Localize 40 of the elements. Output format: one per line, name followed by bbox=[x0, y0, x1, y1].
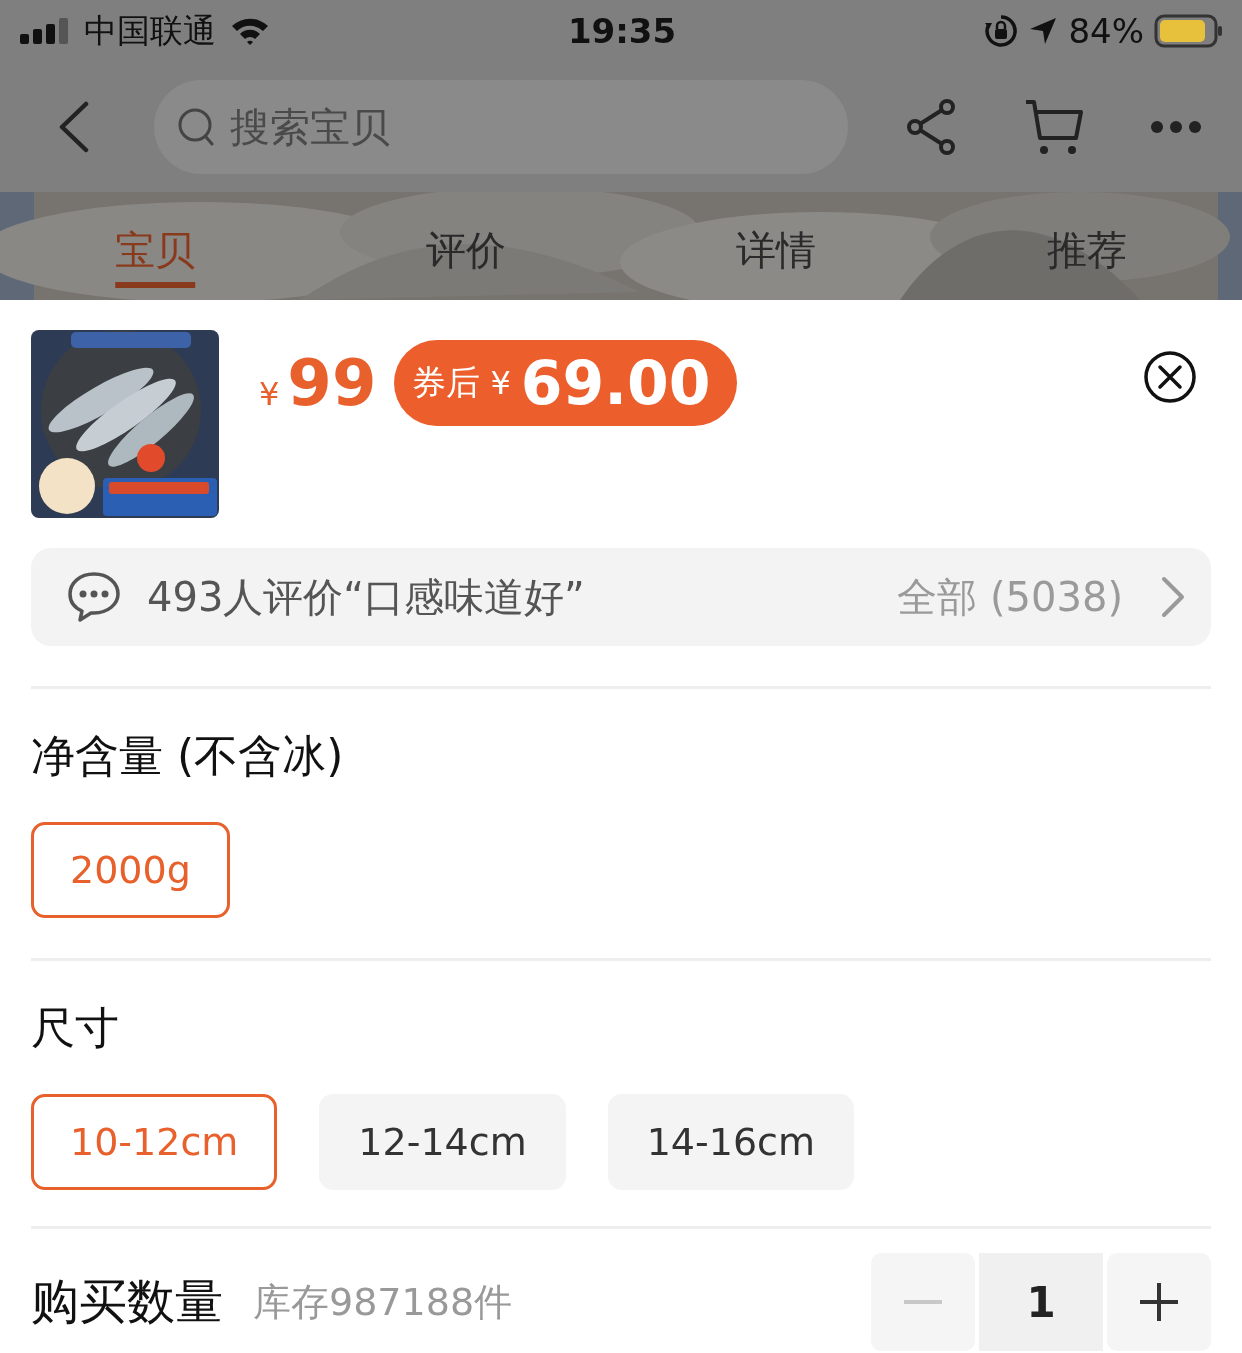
review-summary: 493人评价“口感味道好” bbox=[147, 572, 585, 622]
spec-title: 净含量 (不含冰) bbox=[31, 729, 345, 783]
clock-time: 19:35 bbox=[567, 11, 677, 51]
plus-icon bbox=[1140, 1283, 1178, 1321]
search-field[interactable]: 搜索宝贝 bbox=[154, 80, 848, 174]
coupon-label: 券后 bbox=[412, 361, 481, 404]
currency-symbol: ¥ bbox=[259, 375, 280, 413]
option-chip[interactable]: 10-12cm bbox=[31, 1094, 278, 1190]
tab[interactable]: 详情 bbox=[621, 204, 932, 288]
quantity-value[interactable]: 1 bbox=[979, 1253, 1103, 1351]
battery-percent: 84% bbox=[1068, 11, 1144, 51]
original-price: 99 bbox=[287, 346, 377, 420]
battery-icon bbox=[1154, 14, 1224, 48]
tab[interactable]: 推荐 bbox=[931, 204, 1242, 288]
rotation-lock-icon bbox=[984, 14, 1019, 48]
wifi-icon bbox=[230, 16, 270, 46]
quantity-label: 购买数量 bbox=[31, 1272, 223, 1331]
carrier-name: 中国联通 bbox=[84, 9, 216, 52]
back-icon[interactable] bbox=[58, 101, 90, 153]
option-chip[interactable]: 14-16cm bbox=[607, 1094, 854, 1190]
spec-title: 尺寸 bbox=[31, 1001, 120, 1055]
all-reviews-count: 全部 (5038) bbox=[897, 572, 1123, 622]
close-icon[interactable] bbox=[1143, 350, 1197, 404]
option-chip[interactable]: 2000g bbox=[31, 822, 230, 918]
location-arrow-icon bbox=[1028, 16, 1059, 46]
review-summary-bar[interactable]: 493人评价“口感味道好” 全部 (5038) bbox=[31, 548, 1211, 646]
chat-bubble-icon bbox=[67, 571, 121, 623]
currency-symbol: ¥ bbox=[490, 364, 511, 402]
increase-button[interactable] bbox=[1107, 1253, 1211, 1351]
search-icon bbox=[178, 107, 216, 147]
option-chip[interactable]: 12-14cm bbox=[319, 1094, 566, 1190]
coupon-price: 69.00 bbox=[520, 348, 711, 418]
cart-icon[interactable] bbox=[1024, 98, 1084, 156]
more-icon[interactable] bbox=[1150, 120, 1202, 134]
tab[interactable]: 评价 bbox=[310, 204, 621, 288]
stock-count: 库存987188件 bbox=[253, 1278, 513, 1326]
minus-icon bbox=[904, 1300, 942, 1304]
signal-icon bbox=[20, 18, 70, 44]
share-icon[interactable] bbox=[906, 98, 958, 156]
chevron-right-icon bbox=[1161, 576, 1185, 618]
